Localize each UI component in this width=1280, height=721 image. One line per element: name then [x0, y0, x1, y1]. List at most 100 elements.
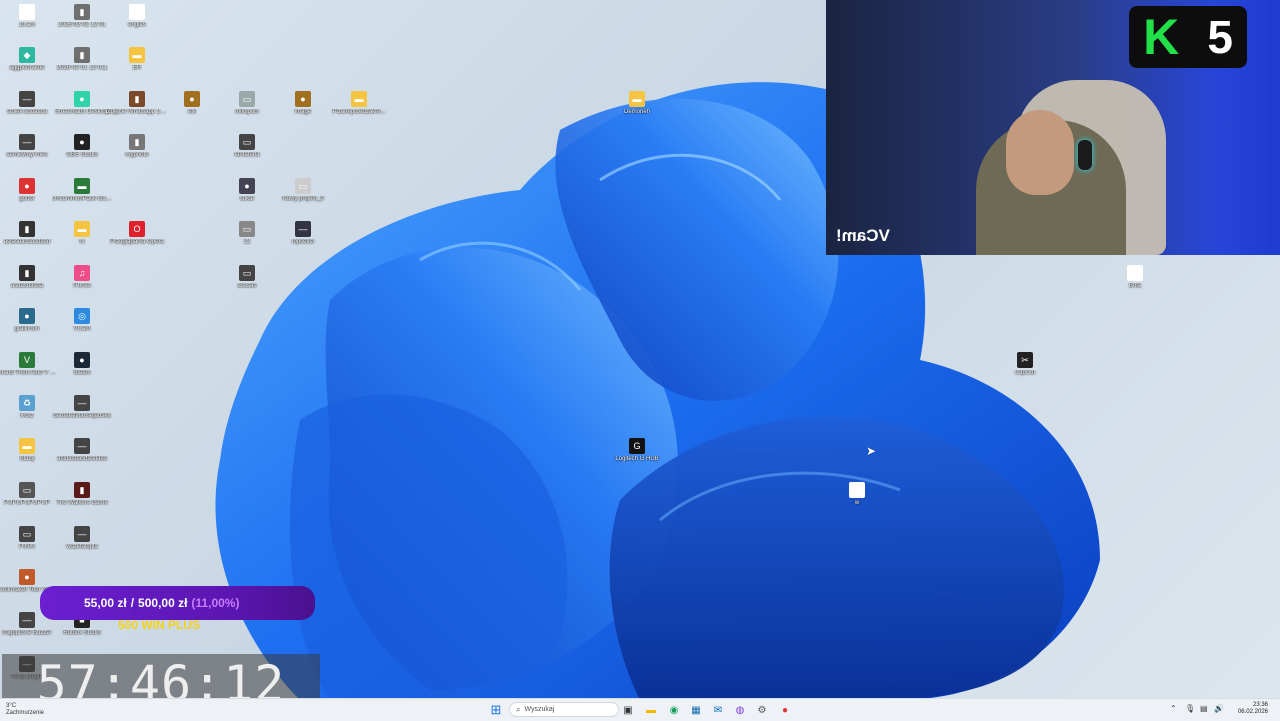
desktop-icon[interactable]: ● OBS Studio — [52, 134, 112, 159]
desktop-icon-glyph-icon: ▭ — [19, 4, 35, 20]
desktop-icon-glyph-icon: ▮ — [19, 265, 35, 281]
desktop-icon[interactable]: ▬ UncommonPack Gaming Game... — [52, 178, 112, 203]
channel-logo: K 5 — [1129, 6, 1247, 68]
desktop-icon[interactable]: V Grand Theft Auto V Legacy — [0, 352, 57, 377]
desktop-icon-glyph-icon: ▬ — [74, 221, 90, 237]
store-icon[interactable]: ▦ — [688, 702, 704, 718]
desktop-icon[interactable]: ▬ nt — [52, 221, 112, 246]
volume-icon[interactable]: 🔊 — [1214, 704, 1224, 713]
desktop-icon[interactable]: ▭ PUPUPUPUPUP — [0, 482, 57, 507]
donation-goal-label: 500 WIN PLUS — [118, 618, 201, 632]
desktop-icon[interactable]: ▭ PINXI — [0, 526, 57, 551]
weather-desc: Zachmurzenie — [6, 710, 45, 716]
task-view-icon[interactable]: ▣ — [620, 702, 636, 718]
desktop-icon[interactable]: O Przeglądarka Opera — [107, 221, 167, 246]
network-icon[interactable]: ▤ — [1200, 704, 1208, 713]
logo-letter: K — [1143, 9, 1180, 65]
desktop-icon[interactable]: ▬ Pizaneprzedzakre... — [329, 91, 389, 116]
desktop-icon[interactable]: ● Steam — [52, 352, 112, 377]
taskbar[interactable]: 3°C Zachmurzenie ⊞ ⌕ Wyszukaj ▣ ▬ ◉ ▦ ✉ … — [0, 698, 1280, 721]
desktop-icon-glyph-icon: — — [295, 221, 311, 237]
desktop-icon[interactable]: ▭ Bnla — [1105, 265, 1165, 290]
tray-chevron-icon[interactable]: ⌃ — [1170, 704, 1177, 713]
desktop-icon-label: topsetist — [291, 239, 315, 245]
desktop-icon[interactable]: ▮ asdasdasda — [0, 265, 57, 290]
taskbar-search[interactable]: ⌕ Wyszukaj — [509, 702, 619, 717]
desktop-icon-glyph-icon: — — [19, 612, 35, 628]
file-explorer-icon[interactable]: ▬ — [643, 702, 659, 718]
desktop-icon-label: Bnla — [1128, 283, 1141, 289]
logo-number: 5 — [1207, 11, 1233, 63]
desktop-icon[interactable]: — topsetist — [273, 221, 333, 246]
desktop-icon-glyph-icon: ▭ — [239, 221, 255, 237]
desktop-icon[interactable]: ▮ Zdjęcie Whatsapp 2026-02-01 o 11... — [107, 91, 167, 116]
desktop-icon[interactable]: ▭ asasas — [217, 265, 277, 290]
desktop-icon[interactable]: ♻ Kosz — [0, 395, 57, 420]
edge-icon[interactable]: ◉ — [666, 702, 682, 718]
start-button[interactable]: ⊞ — [488, 702, 504, 718]
desktop-icon-label: aggpebrakde — [9, 65, 45, 71]
desktop-icon[interactable]: ▭ 1tl.arx — [0, 4, 57, 29]
desktop-icon-label: image — [294, 109, 312, 115]
desktop-icon[interactable]: ● graikmon — [0, 308, 57, 333]
desktop-icon[interactable]: — semikwnyi-mes — [0, 134, 57, 159]
desktop-icon[interactable]: ▭ mikspots — [217, 91, 277, 116]
desktop-icon[interactable]: ▭ fantaferla — [217, 134, 277, 159]
opera-icon[interactable]: ● — [777, 702, 793, 718]
desktop-icon[interactable]: — asldasdasdasdasd — [52, 438, 112, 463]
desktop-icon[interactable]: ▭ engles — [107, 4, 167, 29]
clock[interactable]: 23:36 06.02.2026 — [1238, 702, 1268, 716]
desktop-icon-label: Nowy projekt_9 — [282, 196, 324, 202]
desktop-icon[interactable]: — stoiek-asdasda — [0, 91, 57, 116]
desktop-icon[interactable]: ▮ 2026-02-02 12-01 — [52, 4, 112, 29]
desktop-icon-label: Pizaneprzedzakre... — [332, 109, 386, 115]
desktop-icon-glyph-icon: ▭ — [19, 526, 35, 542]
discord-icon[interactable]: ◍ — [732, 702, 748, 718]
desktop-icon[interactable]: ▮ 2026-02-01 12-011 — [52, 47, 112, 72]
donation-goal-bar: 55,00 zł / 500,00 zł (11,00%) — [40, 586, 315, 620]
desktop-icon[interactable]: ♫ iTunes — [52, 265, 112, 290]
desktop-icon[interactable]: ◆ aggpebrakde — [0, 47, 57, 72]
desktop-icon-glyph-icon: — — [74, 438, 90, 454]
outlook-icon[interactable]: ✉ — [710, 702, 726, 718]
desktop-icon[interactable]: ● etk — [162, 91, 222, 116]
desktop-icon[interactable]: ● sukar — [217, 178, 277, 203]
settings-icon[interactable]: ⚙ — [754, 702, 770, 718]
desktop-icon-label: semikwnyi-mes — [6, 152, 48, 158]
desktop-icon[interactable]: ▬ Demoneh — [607, 91, 667, 116]
desktop-icon[interactable]: — barbarafinansejadska — [52, 395, 112, 420]
desktop-icon-label: w — [854, 500, 860, 506]
desktop-icon-label: Logitech G HUB — [615, 456, 659, 462]
desktop-icon[interactable]: ▮ myphoto — [107, 134, 167, 159]
desktop-icon[interactable]: ● gotfor — [0, 178, 57, 203]
desktop-icon-label: 1tl.arx — [18, 22, 36, 28]
desktop-icon[interactable]: ✂ CapCut — [995, 352, 1055, 377]
desktop-icon-label: graikmon — [14, 326, 40, 332]
desktop-icon[interactable]: ▭ Nowy projekt_9 — [273, 178, 333, 203]
desktop-icon[interactable]: ▮ The Walkers Game — [52, 482, 112, 507]
search-placeholder: Wyszukaj — [524, 706, 555, 713]
desktop-icon-glyph-icon: — — [74, 395, 90, 411]
desktop-icon[interactable]: — wazkfalopla — [52, 526, 112, 551]
desktop-icon[interactable]: ● image — [273, 91, 333, 116]
webcam-overlay: VCam! K 5 — [826, 0, 1280, 255]
clock-date: 06.02.2026 — [1237, 709, 1268, 715]
desktop-icon[interactable]: ▬ Stacy — [0, 438, 57, 463]
desktop-icon-glyph-icon: ● — [19, 308, 35, 324]
desktop-icon[interactable]: ◎ VCam — [52, 308, 112, 333]
desktop-icon[interactable]: ● Streamlabs Desktop — [52, 91, 112, 116]
desktop-icon[interactable]: ▭ w — [827, 482, 887, 507]
desktop-icon-glyph-icon: — — [74, 526, 90, 542]
desktop-icon[interactable]: ▬ ER — [107, 47, 167, 72]
desktop-icon-glyph-icon: ▭ — [1127, 265, 1143, 281]
microphone-icon[interactable]: 🎙 — [1185, 704, 1195, 713]
desktop-icon-label: wazkfalopla — [66, 544, 98, 550]
weather-widget[interactable]: 3°C Zachmurzenie — [6, 703, 44, 717]
desktop-icon-glyph-icon: ▬ — [351, 91, 367, 107]
desktop-icon[interactable]: ▮ aslasdasdasdasd — [0, 221, 57, 246]
desktop-icon-glyph-icon: ▭ — [849, 482, 865, 498]
desktop-icon[interactable]: ▭ 22 — [217, 221, 277, 246]
vcam-overlay-text: VCam! — [836, 226, 890, 245]
desktop-icon[interactable]: G Logitech G HUB — [607, 438, 667, 463]
donation-separator: / — [130, 596, 135, 610]
